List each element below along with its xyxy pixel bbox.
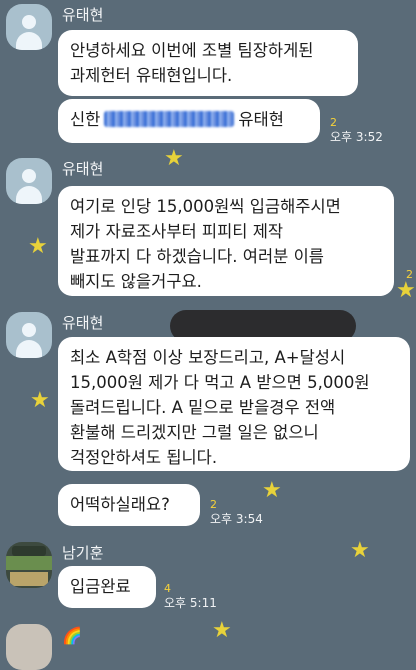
message-text: 안녕하세요 이번에 조별 팀장하게된	[70, 41, 314, 60]
message-bubble[interactable]: 최소 A학점 이상 보장드리고, A+달성시 15,000원 제가 다 먹고 A…	[58, 337, 410, 471]
message-bubble[interactable]: 여기로 인당 15,000원씩 입금해주시면 제가 자료조사부터 피피티 제작 …	[58, 186, 394, 296]
unread-count: 4	[164, 582, 171, 595]
timestamp: 오후 3:52	[330, 130, 383, 144]
star-icon: ★	[350, 538, 370, 563]
sender-name: 유태현	[62, 160, 104, 178]
star-icon: ★	[212, 618, 232, 643]
default-avatar-icon[interactable]	[6, 4, 52, 50]
message-text: 걱정안하셔도 됩니다.	[70, 448, 218, 467]
message-text: 입금완료	[70, 577, 131, 596]
message-text: 여기로 인당 15,000원씩 입금해주시면	[70, 197, 341, 216]
star-icon: ★	[396, 278, 416, 303]
message-text: 빼지도 않을거구요.	[70, 272, 202, 291]
message-meta: 2 오후 3:54	[210, 498, 263, 526]
message-bubble[interactable]: 어떡하실래요?	[58, 484, 200, 526]
message-meta: 2 오후 3:52	[330, 116, 383, 144]
message-bubble[interactable]: 안녕하세요 이번에 조별 팀장하게된 과제헌터 유태현입니다.	[58, 30, 358, 96]
star-icon: ★	[164, 146, 184, 171]
message-text: 신한 유태현	[70, 107, 308, 132]
timestamp: 오후 3:54	[210, 512, 263, 526]
photo-avatar-icon[interactable]	[6, 542, 52, 588]
message-text: 최소 A학점 이상 보장드리고, A+달성시	[70, 348, 346, 367]
message-text: 어떡하실래요?	[70, 495, 170, 514]
unread-count: 2	[406, 268, 413, 281]
message-text: 15,000원 제가 다 먹고 A 받으면 5,000원	[70, 373, 370, 392]
rainbow-icon: 🌈	[62, 626, 82, 645]
star-icon: ★	[28, 234, 48, 259]
message-meta: 4 오후 5:11	[164, 582, 217, 610]
message-text: 제가 자료조사부터 피피티 제작	[70, 222, 284, 241]
account-holder: 유태현	[238, 110, 284, 129]
sender-name: 유태현	[62, 6, 104, 24]
message-bubble[interactable]: 신한 유태현	[58, 99, 320, 143]
bank-name: 신한	[70, 110, 101, 129]
message-text: 발표까지 다 하겠습니다. 여러분 이름	[70, 247, 324, 266]
message-text: 환불해 드리겠지만 그럴 일은 없으니	[70, 423, 319, 442]
timestamp: 오후 5:11	[164, 596, 217, 610]
default-avatar-icon[interactable]	[6, 312, 52, 358]
message-meta: 2	[406, 268, 413, 282]
message-text: 돌려드립니다. A 밑으로 받을경우 전액	[70, 398, 336, 417]
star-icon: ★	[262, 478, 282, 503]
sender-name: 유태현	[62, 314, 104, 332]
photo-avatar-icon[interactable]	[6, 624, 52, 670]
sender-name: 남기훈	[62, 544, 104, 562]
star-icon: ★	[30, 388, 50, 413]
blurred-account-number	[104, 111, 235, 127]
unread-count: 2	[210, 498, 217, 511]
unread-count: 2	[330, 116, 337, 129]
default-avatar-icon[interactable]	[6, 158, 52, 204]
message-text: 과제헌터 유태현입니다.	[70, 66, 233, 85]
message-bubble[interactable]: 입금완료	[58, 566, 156, 608]
